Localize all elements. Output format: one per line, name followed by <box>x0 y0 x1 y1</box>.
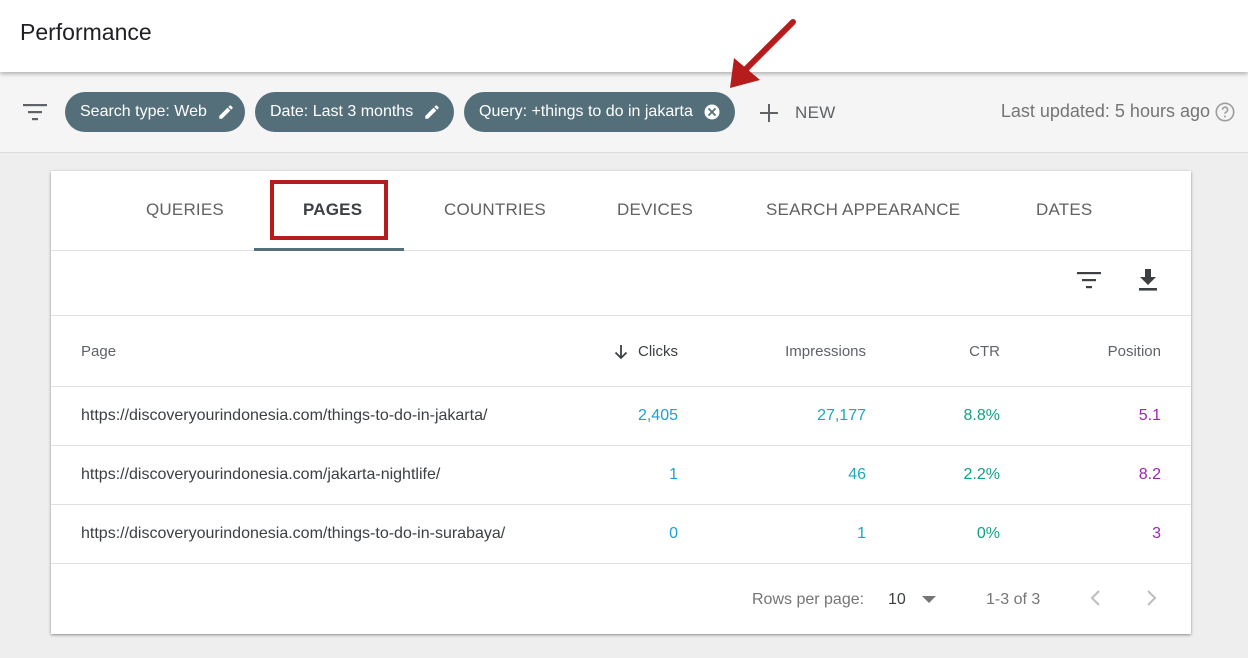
pencil-icon[interactable] <box>217 103 235 121</box>
table-row[interactable]: https://discoveryourindonesia.com/things… <box>51 505 1191 564</box>
chip-label: Query: +things to do in jakarta <box>479 103 693 120</box>
page-range-label: 1-3 of 3 <box>986 591 1041 608</box>
column-header-ctr[interactable]: CTR <box>969 343 1000 360</box>
column-header-page[interactable]: Page <box>81 343 116 360</box>
chevron-right-icon[interactable] <box>1139 585 1163 611</box>
page-title: Performance <box>20 19 152 45</box>
new-filter-label: NEW <box>795 103 836 122</box>
help-icon[interactable] <box>1214 101 1236 123</box>
tab-countries[interactable]: COUNTRIES <box>444 200 546 220</box>
ctr-value: 8.8% <box>963 407 1000 424</box>
tab-devices[interactable]: DEVICES <box>617 200 693 220</box>
filter-bar: Search type: Web Date: Last 3 months Que… <box>0 72 1248 153</box>
impressions-value: 27,177 <box>817 407 866 424</box>
chip-label: Date: Last 3 months <box>270 103 414 120</box>
dimension-tabs: QUERIES PAGES COUNTRIES DEVICES SEARCH A… <box>51 171 1191 251</box>
page-header: Performance <box>0 0 1248 72</box>
annotation-arrow-icon <box>730 19 796 88</box>
rows-per-page-value: 10 <box>888 591 906 608</box>
performance-page: Performance Search type: Web Date: Last … <box>0 0 1248 658</box>
last-updated-text: Last updated: 5 hours ago <box>1000 101 1210 121</box>
clicks-value: 0 <box>669 525 678 542</box>
table-pagination: Rows per page: 10 1-3 of 3 <box>51 565 1191 634</box>
position-value: 3 <box>1152 525 1161 542</box>
position-value: 8.2 <box>1138 466 1161 483</box>
chip-search-type[interactable]: Search type: Web <box>65 92 245 132</box>
filter-icon[interactable] <box>22 101 48 123</box>
new-filter-button[interactable]: NEW <box>758 99 836 127</box>
close-circle-icon[interactable] <box>703 103 721 121</box>
column-header-label: Clicks <box>638 343 678 360</box>
impressions-value: 1 <box>857 525 866 542</box>
annotation-highlight-box <box>270 180 388 240</box>
ctr-value: 0% <box>976 525 1000 542</box>
download-icon[interactable] <box>1136 267 1160 293</box>
column-header-impressions[interactable]: Impressions <box>785 343 866 360</box>
arrow-down-icon <box>614 344 628 359</box>
page-url: https://discoveryourindonesia.com/things… <box>81 407 488 424</box>
tab-dates[interactable]: DATES <box>1036 200 1092 220</box>
impressions-value: 46 <box>848 466 866 483</box>
ctr-value: 2.2% <box>963 466 1000 483</box>
table-header: Page Clicks Impressions CTR Position <box>51 316 1191 387</box>
page-url: https://discoveryourindonesia.com/jakart… <box>81 466 441 483</box>
tab-queries[interactable]: QUERIES <box>146 200 224 220</box>
position-value: 5.1 <box>1138 407 1161 424</box>
column-header-clicks[interactable]: Clicks <box>614 343 678 360</box>
rows-per-page-label: Rows per page: <box>752 591 865 608</box>
pages-table: Page Clicks Impressions CTR Position htt… <box>51 316 1191 564</box>
table-row[interactable]: https://discoveryourindonesia.com/jakart… <box>51 446 1191 505</box>
clicks-value: 1 <box>669 466 678 483</box>
plus-icon <box>760 104 778 122</box>
tab-search-appearance[interactable]: SEARCH APPEARANCE <box>766 200 960 220</box>
chevron-left-icon[interactable] <box>1084 585 1108 611</box>
results-card: QUERIES PAGES COUNTRIES DEVICES SEARCH A… <box>51 171 1191 634</box>
chip-query[interactable]: Query: +things to do in jakarta <box>464 92 735 132</box>
table-toolbar <box>51 251 1191 316</box>
chip-date[interactable]: Date: Last 3 months <box>255 92 454 132</box>
pencil-icon[interactable] <box>423 103 441 121</box>
page-url: https://discoveryourindonesia.com/things… <box>81 525 506 542</box>
rows-per-page-select[interactable]: 10 <box>888 587 936 613</box>
chip-label: Search type: Web <box>80 103 207 120</box>
dropdown-arrow-icon <box>921 596 936 603</box>
column-header-position[interactable]: Position <box>1108 343 1161 360</box>
filter-rows-icon[interactable] <box>1076 269 1102 291</box>
table-row[interactable]: https://discoveryourindonesia.com/things… <box>51 387 1191 446</box>
clicks-value: 2,405 <box>637 407 678 424</box>
